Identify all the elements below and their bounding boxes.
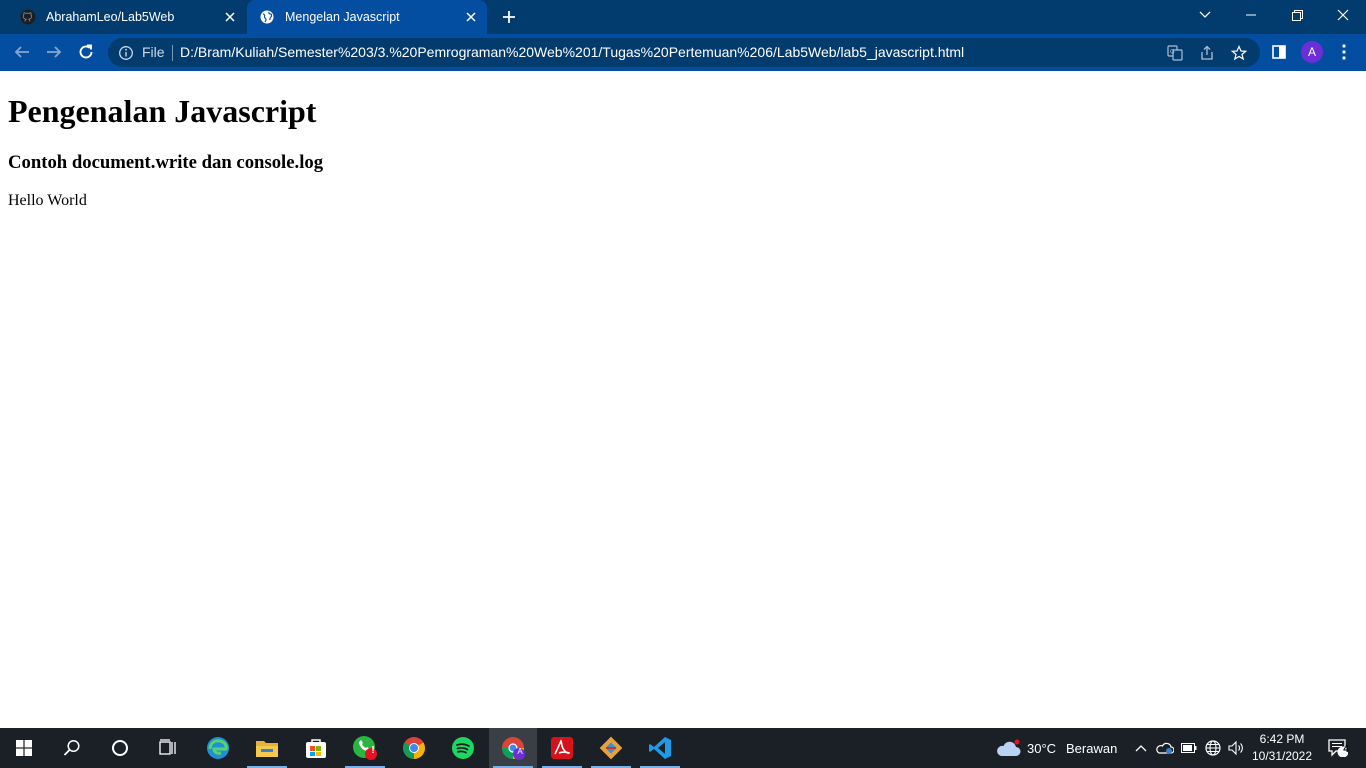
- profile-badge: A: [517, 747, 523, 756]
- address-bar[interactable]: File D:/Bram/Kuliah/Semester%203/3.%20Pe…: [108, 38, 1260, 67]
- vscode-icon[interactable]: [636, 728, 684, 768]
- back-button[interactable]: [8, 38, 36, 66]
- whatsapp-icon[interactable]: !: [341, 728, 389, 768]
- battery-icon[interactable]: [1178, 728, 1200, 768]
- browser-toolbar: File D:/Bram/Kuliah/Semester%203/3.%20Pe…: [0, 34, 1366, 71]
- clock[interactable]: 6:42 PM 10/31/2022: [1244, 731, 1320, 765]
- store-icon[interactable]: [292, 728, 340, 768]
- close-tab-icon[interactable]: [220, 7, 240, 27]
- cortana-icon[interactable]: [96, 728, 144, 768]
- chrome-icon[interactable]: [390, 728, 438, 768]
- notification-count: 4: [1343, 744, 1349, 755]
- weather-cloud-icon[interactable]: [990, 728, 1026, 768]
- onedrive-icon[interactable]: [1154, 728, 1176, 768]
- weather-temp[interactable]: 30°C: [1027, 741, 1056, 756]
- new-tab-button[interactable]: [498, 6, 520, 28]
- bookmark-star-icon[interactable]: [1230, 44, 1248, 62]
- page-content: Pengenalan Javascript Contoh document.wr…: [0, 71, 1366, 728]
- network-globe-icon[interactable]: [1202, 728, 1224, 768]
- tab-strip: AbrahamLeo/Lab5Web Mengelan Javascript: [0, 0, 1366, 34]
- chevron-up-icon[interactable]: [1130, 728, 1152, 768]
- side-panel-icon[interactable]: [1267, 40, 1291, 64]
- clock-date: 10/31/2022: [1251, 749, 1313, 763]
- tab-active[interactable]: Mengelan Javascript: [247, 0, 487, 34]
- profile-avatar[interactable]: A: [1301, 41, 1323, 63]
- tab-github[interactable]: AbrahamLeo/Lab5Web: [8, 0, 246, 34]
- page-subheading: Contoh document.write dan console.log: [8, 152, 324, 173]
- spotify-icon[interactable]: [439, 728, 487, 768]
- menu-dots-icon[interactable]: [1332, 40, 1356, 64]
- translate-icon[interactable]: G: [1166, 44, 1184, 62]
- reload-button[interactable]: [72, 38, 100, 66]
- globe-icon: [259, 9, 275, 25]
- forward-button[interactable]: [40, 38, 68, 66]
- close-tab-icon[interactable]: [461, 7, 481, 27]
- hello-text: Hello World: [8, 192, 87, 209]
- task-view-icon[interactable]: [144, 728, 192, 768]
- share-icon[interactable]: [1198, 44, 1216, 62]
- edge-icon[interactable]: [194, 728, 242, 768]
- acrobat-icon[interactable]: [538, 728, 586, 768]
- scheme-label: File: [142, 44, 165, 60]
- search-icon[interactable]: [48, 728, 96, 768]
- restore-button[interactable]: [1274, 0, 1320, 30]
- git-icon[interactable]: [587, 728, 635, 768]
- taskbar: ! A 30°C Berawan 6:42 PM 10/31/2022 4: [0, 728, 1366, 768]
- divider: [172, 45, 173, 61]
- chrome-profile-icon[interactable]: A: [489, 728, 537, 768]
- start-icon[interactable]: [0, 728, 48, 768]
- notification-badge: !: [371, 745, 375, 756]
- page-heading: Pengenalan Javascript: [8, 93, 317, 129]
- file-explorer-icon[interactable]: [243, 728, 291, 768]
- weather-condition[interactable]: Berawan: [1066, 741, 1117, 756]
- close-window-button[interactable]: [1320, 0, 1366, 30]
- info-icon[interactable]: [118, 45, 134, 61]
- github-icon: [20, 9, 36, 25]
- tab-title: Mengelan Javascript: [285, 10, 400, 24]
- url-text[interactable]: D:/Bram/Kuliah/Semester%203/3.%20Pemrogr…: [180, 44, 964, 60]
- tab-search-chevron-icon[interactable]: [1182, 0, 1228, 30]
- tab-title: AbrahamLeo/Lab5Web: [46, 10, 175, 24]
- clock-time: 6:42 PM: [1259, 732, 1305, 746]
- svg-text:G: G: [1170, 49, 1175, 56]
- notification-center-icon[interactable]: 4: [1318, 728, 1358, 768]
- minimize-button[interactable]: [1228, 0, 1274, 30]
